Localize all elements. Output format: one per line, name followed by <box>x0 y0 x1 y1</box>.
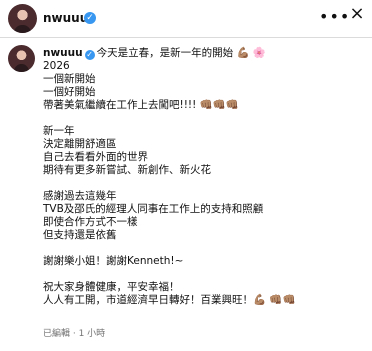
caption-first-line: nwuuu ✓ 今天是立春，是新一年的開始 💪🏽 🌸 <box>43 47 365 60</box>
caption-line-3: 一個新開始 <box>43 73 96 85</box>
post-caption: nwuuu ✓ 今天是立春，是新一年的開始 💪🏽 🌸 2026 一個新開始 一個好開… <box>43 47 365 307</box>
avatar[interactable] <box>8 4 37 33</box>
ellipsis-icon[interactable]: ••• <box>319 8 350 26</box>
post-meta: 已編輯 · 1 小時 <box>43 329 106 339</box>
caption-line-19: 祝大家身體健康，平安幸福！ <box>43 281 180 293</box>
caption-line-13: TVB及邵氏的經理人同事在工作上的支持和照顧 <box>43 203 264 215</box>
caption-line-14: 即使合作方式不一樣 <box>43 216 138 228</box>
caption-line-7: 新一年 <box>43 125 75 137</box>
post-avatar[interactable] <box>8 45 35 72</box>
caption-line-12: 感謝過去這幾年 <box>43 190 117 202</box>
verified-badge-icon: ✓ <box>84 50 95 60</box>
post-header: nwuuu ✓ ••• × <box>0 0 372 36</box>
post-username[interactable]: nwuuu <box>43 47 83 59</box>
header-divider <box>0 37 372 38</box>
caption-line-9: 自己去看看外面的世界 <box>43 151 148 163</box>
caption-line-1: 今天是立春，是新一年的開始 💪🏽 🌸 <box>96 47 266 59</box>
header-username[interactable]: nwuuu <box>43 10 88 26</box>
caption-line-20: 人人有工開，市道經濟早日轉好！百業興旺！💪🏽 👊🏽👊🏽 <box>43 294 296 306</box>
close-icon[interactable]: × <box>348 5 366 23</box>
verified-badge-icon: ✓ <box>84 12 96 24</box>
caption-line-8: 決定離開舒適區 <box>43 138 117 150</box>
caption-line-17: 謝謝樂小姐！謝謝Kenneth!~ <box>43 255 184 267</box>
caption-line-2: 2026 <box>43 60 70 72</box>
caption-line-4: 一個好開始 <box>43 86 96 98</box>
caption-line-5: 帶著美氣繼續在工作上去闖吧!!!! 👊🏽👊🏽👊🏽 <box>43 99 239 111</box>
caption-line-10: 期待有更多新嘗試、新創作、新火花 <box>43 164 211 176</box>
caption-line-15: 但支持還是依舊 <box>43 229 117 241</box>
